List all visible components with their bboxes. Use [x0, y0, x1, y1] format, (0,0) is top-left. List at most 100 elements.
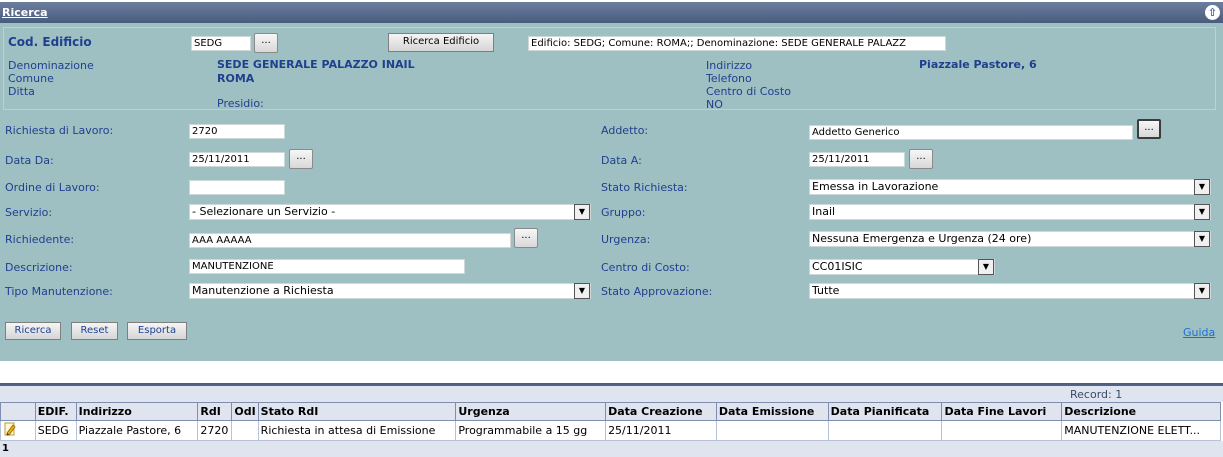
- chevron-down-icon[interactable]: ▼: [1194, 283, 1210, 299]
- addetto-lookup-button[interactable]: ...: [1137, 119, 1161, 139]
- telefono-label: Telefono: [706, 72, 752, 85]
- stato-approvazione-value: Tutte: [812, 284, 840, 297]
- tipo-manutenzione-value: Manutenzione a Richiesta: [192, 284, 334, 297]
- servizio-select-value: - Selezionare un Servizio -: [192, 205, 336, 218]
- esporta-button[interactable]: Esporta: [127, 322, 187, 340]
- gruppo-label: Gruppo:: [601, 206, 646, 219]
- comune-label: Comune: [8, 72, 54, 85]
- descrizione-input[interactable]: MANUTENZIONE: [189, 259, 465, 274]
- building-info-box: Cod. Edificio SEDG ... Ricerca Edificio …: [3, 27, 1216, 111]
- column-header[interactable]: Data Fine Lavori: [941, 402, 1063, 421]
- richiesta-label: Richiesta di Lavoro:: [5, 124, 114, 137]
- pencil-icon[interactable]: [3, 422, 17, 436]
- gruppo-select[interactable]: Inail ▼: [809, 204, 1211, 220]
- column-header[interactable]: EDIF.: [34, 402, 77, 421]
- chevron-down-icon[interactable]: ▼: [1194, 231, 1210, 247]
- chevron-down-icon[interactable]: ▼: [1194, 179, 1210, 195]
- ricerca-button[interactable]: Ricerca: [5, 322, 61, 340]
- table-header-row: EDIF. Indirizzo RdI OdI Stato RdI Urgenz…: [0, 402, 1221, 421]
- chevron-down-icon[interactable]: ▼: [574, 204, 590, 220]
- table-cell: [231, 420, 259, 441]
- servizio-select[interactable]: - Selezionare un Servizio - ▼: [189, 204, 591, 220]
- page-number[interactable]: 1: [2, 443, 9, 454]
- centro-costo-select[interactable]: CC01ISIC ▼: [809, 259, 995, 275]
- building-code-input[interactable]: SEDG: [191, 36, 251, 51]
- table-cell: [827, 420, 943, 441]
- table-cell: Richiesta in attesa di Emissione: [257, 420, 457, 441]
- table-cell: Piazzale Pastore, 6: [75, 420, 199, 441]
- indirizzo-value: Piazzale Pastore, 6: [919, 58, 1037, 71]
- section-title[interactable]: Ricerca: [2, 6, 48, 19]
- gruppo-value: Inail: [812, 205, 836, 218]
- results-table: EDIF. Indirizzo RdI OdI Stato RdI Urgenz…: [0, 402, 1221, 441]
- guida-link[interactable]: Guida: [1183, 326, 1215, 339]
- descrizione-label: Descrizione:: [5, 261, 73, 274]
- table-cell: [941, 420, 1063, 441]
- ditta-label: Ditta: [8, 85, 35, 98]
- richiesta-input[interactable]: 2720: [189, 124, 285, 139]
- chevron-down-icon[interactable]: ▼: [1194, 204, 1210, 220]
- addetto-input[interactable]: Addetto Generico: [809, 125, 1133, 140]
- column-header: [0, 402, 36, 421]
- ricerca-edificio-button[interactable]: Ricerca Edificio: [388, 33, 494, 52]
- record-count: Record: 1: [1070, 388, 1123, 401]
- column-header[interactable]: Data Emissione: [715, 402, 829, 421]
- urgenza-value: Nessuna Emergenza e Urgenza (24 ore): [812, 232, 1032, 245]
- no-value: NO: [706, 98, 723, 111]
- data-da-label: Data Da:: [5, 154, 54, 167]
- chevron-down-icon[interactable]: ▼: [574, 283, 590, 299]
- chevron-down-icon[interactable]: ▼: [978, 259, 994, 275]
- column-header[interactable]: OdI: [231, 402, 259, 421]
- table-cell: MANUTENZIONE ELETT...: [1061, 420, 1221, 441]
- title-bar: Ricerca ⇧: [0, 2, 1223, 23]
- indirizzo-label: Indirizzo: [706, 59, 753, 72]
- servizio-label: Servizio:: [5, 206, 53, 219]
- table-cell: 25/11/2011: [605, 420, 717, 441]
- table-cell: 2720: [197, 420, 233, 441]
- richiedente-lookup-button[interactable]: ...: [514, 228, 538, 248]
- stato-richiesta-select[interactable]: Emessa in Lavorazione ▼: [809, 179, 1211, 195]
- data-da-picker-button[interactable]: ...: [289, 149, 313, 169]
- tipo-manutenzione-select[interactable]: Manutenzione a Richiesta ▼: [189, 283, 591, 299]
- table-row[interactable]: SEDG Piazzale Pastore, 6 2720 Richiesta …: [0, 420, 1221, 441]
- tipo-manutenzione-label: Tipo Manutenzione:: [5, 285, 113, 298]
- reset-button[interactable]: Reset: [71, 322, 118, 340]
- denominazione-value: SEDE GENERALE PALAZZO INAIL: [217, 58, 415, 71]
- column-header[interactable]: Indirizzo: [75, 402, 199, 421]
- stato-richiesta-label: Stato Richiesta:: [601, 181, 688, 194]
- table-cell: SEDG: [34, 420, 77, 441]
- richiedente-label: Richiedente:: [5, 233, 75, 246]
- richiedente-input[interactable]: AAA AAAAA: [189, 233, 511, 248]
- column-header[interactable]: Stato RdI: [257, 402, 457, 421]
- urgenza-select[interactable]: Nessuna Emergenza e Urgenza (24 ore) ▼: [809, 231, 1211, 247]
- arrow-up-icon[interactable]: ⇧: [1205, 5, 1220, 20]
- column-header[interactable]: RdI: [197, 402, 233, 421]
- stato-approvazione-select[interactable]: Tutte ▼: [809, 283, 1211, 299]
- column-header[interactable]: Data Creazione: [605, 402, 717, 421]
- building-lookup-button[interactable]: ...: [254, 33, 278, 53]
- ordine-label: Ordine di Lavoro:: [5, 181, 100, 194]
- data-a-picker-button[interactable]: ...: [909, 149, 933, 169]
- addetto-label: Addetto:: [601, 124, 649, 137]
- column-header[interactable]: Urgenza: [455, 402, 607, 421]
- urgenza-label: Urgenza:: [601, 233, 651, 246]
- ordine-input[interactable]: [189, 180, 285, 195]
- data-da-input[interactable]: 25/11/2011: [189, 152, 285, 167]
- pagination-bar: 1: [0, 441, 1223, 457]
- table-cell: [715, 420, 829, 441]
- centro-costo-value: CC01ISIC: [812, 260, 863, 273]
- presidio-label: Presidio:: [217, 97, 264, 110]
- centro-costo-form-label: Centro di Costo:: [601, 261, 690, 274]
- edit-cell[interactable]: [0, 420, 36, 441]
- comune-value: ROMA: [217, 72, 255, 85]
- column-header[interactable]: Descrizione: [1061, 402, 1221, 421]
- column-header[interactable]: Data Pianificata: [827, 402, 943, 421]
- data-a-input[interactable]: 25/11/2011: [809, 152, 905, 167]
- stato-approvazione-label: Stato Approvazione:: [601, 285, 713, 298]
- table-cell: Programmabile a 15 gg: [455, 420, 607, 441]
- stato-richiesta-value: Emessa in Lavorazione: [812, 180, 939, 193]
- record-count-bar: Record: 1: [0, 386, 1223, 402]
- building-summary-field: Edificio: SEDG; Comune: ROMA;; Denominaz…: [528, 36, 946, 51]
- data-a-label: Data A:: [601, 154, 642, 167]
- denominazione-label: Denominazione: [8, 59, 94, 72]
